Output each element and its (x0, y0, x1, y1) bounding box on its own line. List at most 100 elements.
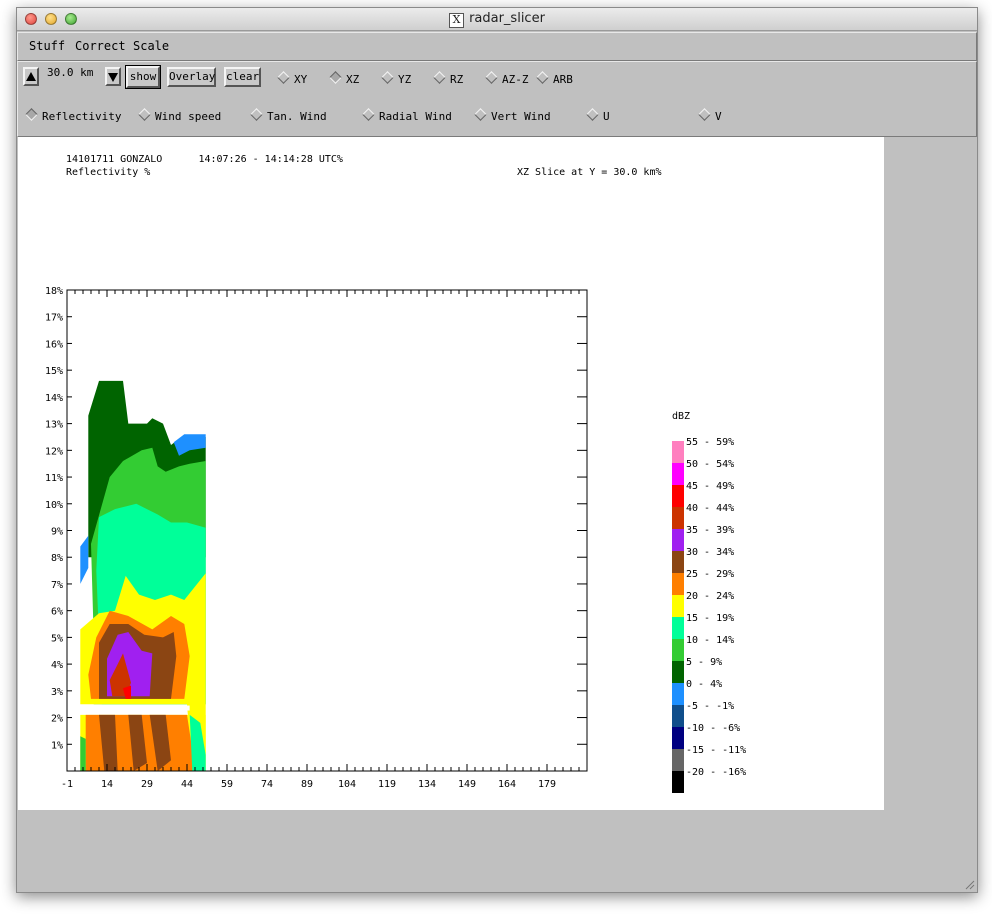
radio-arb-icon (536, 71, 549, 84)
radio-xz[interactable]: XZ (329, 71, 360, 86)
legend-label: -5 - -1% (686, 701, 734, 712)
y-tick-label: 10% (45, 500, 63, 511)
reflectivity-field (80, 380, 206, 771)
radio-rz[interactable]: RZ (433, 71, 464, 86)
x-tick-label: 89 (301, 779, 313, 790)
legend-swatch (672, 771, 684, 793)
y-tick-label: 8% (51, 553, 63, 564)
field-u[interactable]: U (586, 108, 610, 123)
radio-az-z[interactable]: AZ-Z (485, 71, 529, 86)
slice-info-label: XZ Slice at Y = 30.0 km% (517, 167, 662, 178)
field-reflectivity-icon (25, 108, 38, 121)
y-tick-label: 7% (51, 580, 63, 591)
x-tick-label: 29 (141, 779, 153, 790)
resize-grip-icon[interactable] (963, 878, 975, 890)
field-radial-wind-label: Radial Wind (379, 110, 452, 123)
down-arrow-icon (108, 73, 118, 82)
x-tick-label: 179 (538, 779, 556, 790)
increase-button[interactable] (23, 67, 39, 86)
legend-label: 55 - 59% (686, 437, 734, 448)
field-tan-wind[interactable]: Tan. Wind (250, 108, 327, 123)
menu-stuff[interactable]: Stuff (29, 39, 65, 53)
y-tick-label: 13% (45, 420, 63, 431)
field-wind-speed[interactable]: Wind speed (138, 108, 222, 123)
field-u-icon (586, 108, 599, 121)
legend-swatch (672, 749, 684, 771)
y-tick-label: 6% (51, 607, 63, 618)
up-arrow-icon (26, 72, 36, 81)
legend-label: 15 - 19% (686, 613, 734, 624)
legend-label: 35 - 39% (686, 525, 734, 536)
legend-label: 10 - 14% (686, 635, 734, 646)
x-tick-label: 74 (261, 779, 273, 790)
show-button[interactable]: show (125, 65, 161, 89)
field-v-label: V (715, 110, 722, 123)
radio-az-z-icon (485, 71, 498, 84)
x11-app-icon: X (449, 13, 465, 28)
legend-swatch (672, 617, 684, 639)
y-tick-label: 18% (45, 286, 63, 297)
echo-region (80, 535, 89, 584)
legend-label: 20 - 24% (686, 591, 734, 602)
slice-position-value: 30.0 km (47, 66, 94, 79)
menu-correct[interactable]: Correct (75, 39, 126, 53)
y-tick-label: 3% (51, 687, 63, 698)
menu-scale[interactable]: Scale (133, 39, 169, 53)
y-tick-label: 1% (51, 740, 63, 751)
radio-yz[interactable]: YZ (381, 71, 412, 86)
window-title: radar_slicer (469, 11, 545, 26)
y-tick-label: 12% (45, 446, 63, 457)
legend-swatch (672, 463, 684, 485)
legend-swatch (672, 705, 684, 727)
legend-swatch (672, 639, 684, 661)
legend-swatch (672, 727, 684, 749)
title-bar[interactable]: Xradar_slicer (17, 8, 977, 31)
legend-label: 25 - 29% (686, 569, 734, 580)
radio-xz-label: XZ (346, 73, 360, 86)
radio-yz-label: YZ (398, 73, 412, 86)
x-tick-label: 59 (221, 779, 233, 790)
x-tick-label: -1 (61, 779, 73, 790)
clear-button[interactable]: clear (224, 67, 261, 87)
y-tick-label: 16% (45, 339, 63, 350)
plot-canvas[interactable]: 14101711 GONZALO 14:07:26 - 14:14:28 UTC… (18, 137, 884, 810)
x-tick-label: 164 (498, 779, 516, 790)
overlay-button[interactable]: Overlay (167, 67, 216, 87)
radio-xy-icon (277, 71, 290, 84)
y-tick-label: 15% (45, 366, 63, 377)
radio-rz-label: RZ (450, 73, 464, 86)
x-tick-label: 104 (338, 779, 356, 790)
legend-label: 0 - 4% (686, 679, 722, 690)
field-tan-wind-label: Tan. Wind (267, 110, 327, 123)
field-reflectivity-label: Reflectivity (42, 110, 122, 123)
legend-label: 45 - 49% (686, 481, 734, 492)
x-tick-label: 134 (418, 779, 436, 790)
y-tick-label: 11% (45, 473, 63, 484)
field-wind-speed-label: Wind speed (155, 110, 222, 123)
legend-swatch (672, 529, 684, 551)
radio-arb-label: ARB (553, 73, 573, 86)
y-tick-label: 9% (51, 527, 63, 538)
legend-label: 30 - 34% (686, 547, 734, 558)
x-tick-label: 44 (181, 779, 193, 790)
legend-swatch (672, 441, 684, 463)
echo-region (80, 736, 86, 771)
legend-label: -10 - -6% (686, 723, 740, 734)
radio-xy[interactable]: XY (277, 71, 308, 86)
legend-label: 40 - 44% (686, 503, 734, 514)
field-v[interactable]: V (698, 108, 722, 123)
legend-title: dBZ (672, 411, 690, 422)
field-vert-wind[interactable]: Vert Wind (474, 108, 551, 123)
x-tick-label: 149 (458, 779, 476, 790)
field-radial-wind[interactable]: Radial Wind (362, 108, 452, 123)
radio-xy-label: XY (294, 73, 308, 86)
legend-swatch (672, 485, 684, 507)
radio-az-z-label: AZ-Z (502, 73, 529, 86)
field-u-label: U (603, 110, 610, 123)
y-tick-label: 14% (45, 393, 63, 404)
field-vert-wind-label: Vert Wind (491, 110, 551, 123)
radio-arb[interactable]: ARB (536, 71, 573, 86)
y-tick-label: 17% (45, 313, 63, 324)
field-reflectivity[interactable]: Reflectivity (25, 108, 122, 123)
decrease-button[interactable] (105, 67, 121, 86)
